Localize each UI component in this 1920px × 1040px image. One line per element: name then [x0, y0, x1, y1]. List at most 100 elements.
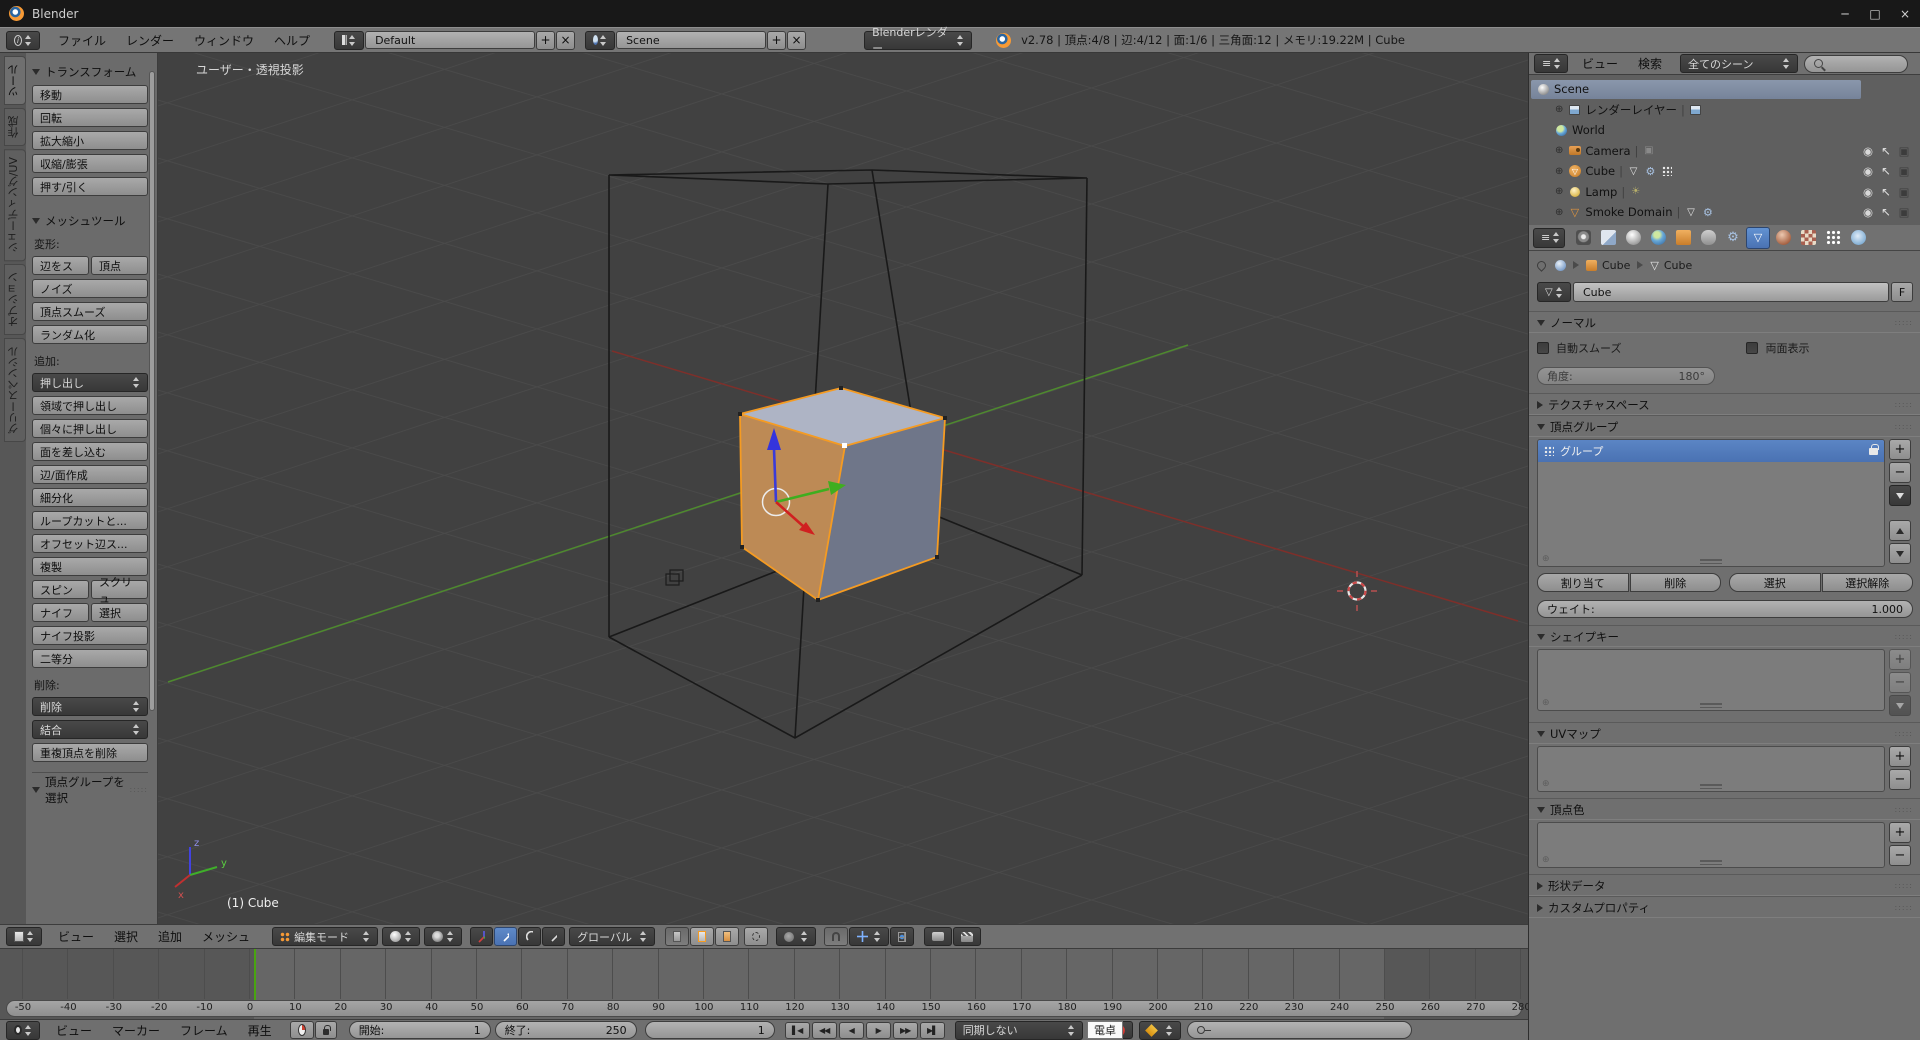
- vertex-groups-list[interactable]: グループ ⊕: [1537, 439, 1885, 567]
- properties-tab-scene[interactable]: [1621, 227, 1645, 249]
- properties-tab-texture[interactable]: [1796, 227, 1820, 249]
- preview-range-button[interactable]: [290, 1021, 314, 1039]
- tool-button-頂点スムーズ[interactable]: 頂点スムーズ: [32, 302, 148, 321]
- double-sided-checkbox[interactable]: [1746, 342, 1758, 354]
- editor-type-button[interactable]: i: [6, 31, 40, 50]
- panel-header-メッシュツール[interactable]: メッシュツール: [32, 212, 148, 229]
- outliner-row-Lamp[interactable]: ⊕Lamp|☀◉↖▣: [1529, 182, 1920, 203]
- breadcrumb-object[interactable]: Cube: [1602, 259, 1630, 272]
- renderable-camera-icon[interactable]: ▣: [1897, 205, 1911, 219]
- menu-レンダー[interactable]: レンダー: [116, 32, 184, 49]
- properties-tab-render-layers[interactable]: [1596, 227, 1620, 249]
- add-vertex-group-button[interactable]: +: [1889, 439, 1911, 460]
- selectable-cursor-icon[interactable]: ↖: [1879, 185, 1893, 199]
- list-resize-grip[interactable]: [1700, 703, 1722, 708]
- mode-select[interactable]: 編集モード: [272, 927, 378, 946]
- delete-scene-button[interactable]: ×: [787, 31, 806, 50]
- tool-button-細分化[interactable]: 細分化: [32, 488, 148, 507]
- remove-uv-map-button[interactable]: −: [1889, 769, 1911, 790]
- tool-button-削除[interactable]: 削除: [32, 697, 148, 716]
- mesh-datablock-button[interactable]: ▽: [1537, 282, 1571, 302]
- selected-vertex[interactable]: [842, 443, 847, 448]
- lock-frame-button[interactable]: [315, 1021, 337, 1039]
- editor-type-button[interactable]: ≡: [1533, 228, 1565, 248]
- expand-icon[interactable]: ⊕: [1555, 145, 1563, 156]
- properties-tab-object[interactable]: [1671, 227, 1695, 249]
- tool-button-移動[interactable]: 移動: [32, 85, 148, 104]
- maximize-button[interactable]: □: [1860, 4, 1890, 24]
- list-resize-grip[interactable]: [1700, 784, 1722, 789]
- scene-field[interactable]: Scene: [616, 31, 766, 49]
- tool-button-押し出し[interactable]: 押し出し: [32, 373, 148, 392]
- scale-manipulator-button[interactable]: [542, 927, 565, 946]
- viewport-menu-ビュー[interactable]: ビュー: [48, 928, 104, 945]
- outliner-row-レンダーレイヤー[interactable]: ⊕レンダーレイヤー|: [1529, 100, 1920, 121]
- list-resize-grip[interactable]: [1700, 559, 1722, 564]
- panel-header-custom-properties[interactable]: カスタムプロパティ:::::: [1529, 896, 1920, 918]
- shelf-tab-シェーディング/UV[interactable]: シェーディング/UV: [4, 149, 26, 261]
- close-button[interactable]: ×: [1890, 4, 1920, 24]
- render-engine-select[interactable]: Blenderレンダー: [864, 31, 972, 50]
- panel-header-geometry-data[interactable]: 形状データ:::::: [1529, 874, 1920, 896]
- shelf-tab-ツール[interactable]: ツール: [4, 56, 26, 105]
- outliner-menu-検索[interactable]: 検索: [1628, 55, 1672, 72]
- outliner-menu-ビュー[interactable]: ビュー: [1572, 55, 1628, 72]
- tool-button-スピン[interactable]: スピン: [32, 580, 89, 599]
- outliner-search-input[interactable]: [1804, 55, 1908, 73]
- vertex-colors-list[interactable]: ⊕: [1537, 822, 1885, 868]
- add-layout-button[interactable]: +: [536, 31, 555, 50]
- prev-keyframe-button[interactable]: ◀◀: [812, 1022, 837, 1039]
- menu-ファイル[interactable]: ファイル: [48, 32, 116, 49]
- outliner-row-Camera[interactable]: ⊕Camera|▣◉↖▣: [1529, 141, 1920, 162]
- timeline-menu-再生[interactable]: 再生: [238, 1022, 282, 1039]
- shelf-tab-オプション[interactable]: オプション: [4, 264, 26, 335]
- play-reverse-button[interactable]: ◀: [839, 1022, 864, 1039]
- vertex-select-mode-button[interactable]: [665, 927, 689, 946]
- panel-header-uv-maps[interactable]: UVマップ:::::: [1529, 722, 1920, 744]
- visibility-eye-icon[interactable]: ◉: [1861, 164, 1875, 178]
- panel-header-vertex-groups[interactable]: 頂点グループ:::::: [1529, 415, 1920, 437]
- name-field[interactable]: Cube: [1573, 282, 1889, 302]
- render-button[interactable]: [924, 927, 952, 946]
- outliner-row-Cube[interactable]: ⊕▽Cube|▽⚙◉↖▣: [1529, 161, 1920, 182]
- tool-shelf-scrollbar[interactable]: [149, 71, 155, 711]
- keying-set-select[interactable]: [1139, 1021, 1181, 1040]
- outliner-row-Smoke Domain[interactable]: ⊕▽Smoke Domain|▽⚙◉↖▣: [1529, 202, 1920, 223]
- tool-button-結合[interactable]: 結合: [32, 720, 148, 739]
- face-select-mode-button[interactable]: [715, 927, 739, 946]
- end-frame-field[interactable]: 終了:250: [495, 1021, 637, 1039]
- add-vertex-color-button[interactable]: +: [1889, 822, 1911, 843]
- tool-button-スクリュ[interactable]: スクリュ: [91, 580, 148, 599]
- tool-button-ランダム化[interactable]: ランダム化: [32, 325, 148, 344]
- deselect-button[interactable]: 選択解除: [1822, 573, 1914, 592]
- lock-icon[interactable]: [1869, 448, 1878, 455]
- uv-maps-list[interactable]: ⊕: [1537, 746, 1885, 792]
- tool-button-押す/引く[interactable]: 押す/引く: [32, 177, 148, 196]
- properties-tab-constraints[interactable]: [1696, 227, 1720, 249]
- proportional-edit-select[interactable]: [776, 927, 816, 946]
- visibility-eye-icon[interactable]: ◉: [1861, 185, 1875, 199]
- tool-button-選択[interactable]: 選択: [91, 603, 148, 622]
- panel-header-頂点グループを選択[interactable]: 頂点グループを選択:::::: [32, 781, 148, 798]
- timeline-menu-マーカー[interactable]: マーカー: [102, 1022, 170, 1039]
- properties-tab-render[interactable]: [1571, 227, 1595, 249]
- panel-header-texture-space[interactable]: テクスチャスペース:::::: [1529, 393, 1920, 415]
- selectable-cursor-icon[interactable]: ↖: [1879, 164, 1893, 178]
- play-button[interactable]: ▶: [866, 1022, 891, 1039]
- properties-tab-particles[interactable]: [1821, 227, 1845, 249]
- outliner-row-Scene[interactable]: Scene: [1529, 79, 1920, 100]
- panel-header-shape-keys[interactable]: シェイプキー:::::: [1529, 625, 1920, 647]
- move-group-up-button[interactable]: [1889, 520, 1911, 541]
- outliner-filter-select[interactable]: 全てのシーン: [1680, 54, 1798, 73]
- panel-header-normal[interactable]: ノーマル:::::: [1529, 311, 1920, 333]
- move-group-down-button[interactable]: [1889, 543, 1911, 564]
- fake-user-button[interactable]: F: [1891, 282, 1913, 302]
- orientation-select[interactable]: グローバル: [569, 927, 655, 946]
- timeline-menu-ビュー[interactable]: ビュー: [46, 1022, 102, 1039]
- remove-button[interactable]: 削除: [1630, 573, 1722, 592]
- tool-button-領域で押し出し[interactable]: 領域で押し出し: [32, 396, 148, 415]
- scene-icon-button[interactable]: [585, 31, 615, 50]
- pin-icon[interactable]: [1535, 259, 1548, 272]
- pivot-select[interactable]: [424, 927, 462, 946]
- timeline-track[interactable]: -50-40-30-20-100102030405060708090100110…: [0, 949, 1528, 1019]
